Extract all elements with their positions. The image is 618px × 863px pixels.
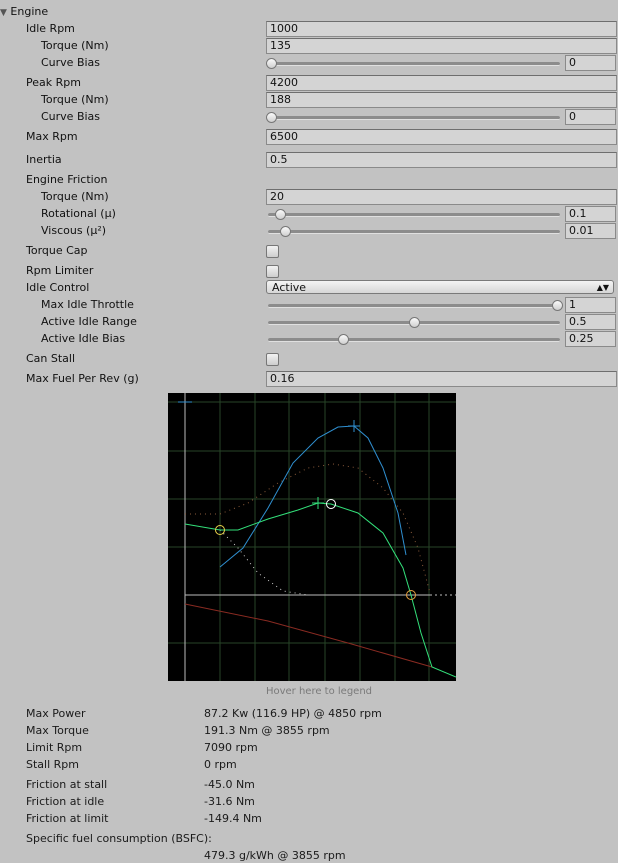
max-idle-throttle-value-input[interactable]: 1 [565, 297, 616, 313]
rotational-value-input[interactable]: 0.1 [565, 206, 616, 222]
max-idle-throttle-slider[interactable] [268, 304, 560, 308]
torque-curve [184, 502, 457, 678]
stat-label: Friction at stall [26, 778, 108, 791]
idle-control-label: Idle Control [26, 281, 90, 294]
friction-torque-input[interactable]: 20 [266, 189, 617, 205]
stat-value: 479.3 g/kWh @ 3855 rpm [204, 849, 346, 862]
stat-value: 0 rpm [204, 758, 237, 771]
fuel-curve [185, 463, 431, 594]
rotational-slider-thumb[interactable] [274, 209, 286, 220]
friction-torque-label: Torque (Nm) [41, 190, 109, 203]
idle-rpm-input[interactable]: 1000 [266, 21, 617, 37]
peak-rpm-input[interactable]: 4200 [266, 75, 617, 91]
stat-label: Friction at idle [26, 795, 105, 808]
viscous-label: Viscous (μ²) [41, 224, 107, 237]
engine-foldout[interactable]: ▼ Engine [0, 4, 48, 21]
active-idle-bias-value-input[interactable]: 0.25 [565, 331, 616, 347]
inertia-label: Inertia [26, 153, 62, 166]
stat-value: 7090 rpm [204, 741, 258, 754]
stat-value: -31.6 Nm [204, 795, 255, 808]
engine-curve-plot [168, 393, 457, 681]
viscous-value-input[interactable]: 0.01 [565, 223, 616, 239]
rpm-limiter-checkbox[interactable] [266, 265, 279, 278]
idle-torque-input[interactable]: 135 [266, 38, 617, 54]
stat-label: Limit Rpm [26, 741, 83, 754]
peak-curve-bias-slider[interactable] [268, 116, 560, 120]
rpm-limiter-label: Rpm Limiter [26, 264, 94, 277]
stat-label: Friction at limit [26, 812, 109, 825]
foldout-arrow-icon: ▼ [0, 8, 7, 18]
peak-curve-bias-slider-thumb[interactable] [266, 112, 277, 123]
peak-torque-label: Torque (Nm) [41, 93, 109, 106]
stat-value: -45.0 Nm [204, 778, 255, 791]
active-idle-range-value-input[interactable]: 0.5 [565, 314, 616, 330]
active-idle-range-label: Active Idle Range [41, 315, 137, 328]
max-idle-throttle-label: Max Idle Throttle [41, 298, 134, 311]
power-curve [219, 425, 407, 568]
max-rpm-input[interactable]: 6500 [266, 129, 617, 145]
engine-graph[interactable] [168, 393, 457, 681]
active-idle-bias-label: Active Idle Bias [41, 332, 126, 345]
idle-curve-bias-value-input[interactable]: 0 [565, 55, 616, 71]
active-idle-bias-slider-thumb[interactable] [337, 334, 349, 345]
rotational-label: Rotational (μ) [41, 207, 116, 220]
idle-torque-curve [219, 529, 309, 596]
torque-cap-checkbox[interactable] [266, 245, 279, 258]
viscous-slider-thumb[interactable] [280, 226, 292, 237]
max-rpm-label: Max Rpm [26, 130, 78, 143]
peak-curve-bias-label: Curve Bias [41, 110, 101, 123]
idle-rpm-label: Idle Rpm [26, 22, 75, 35]
peak-rpm-label: Peak Rpm [26, 76, 81, 89]
idle-torque-label: Torque (Nm) [41, 39, 109, 52]
idle-curve-bias-label: Curve Bias [41, 56, 101, 69]
idle-curve-bias-slider[interactable] [268, 62, 560, 66]
active-idle-bias-slider[interactable] [268, 338, 560, 342]
torque-cap-label: Torque Cap [26, 244, 88, 257]
active-idle-range-slider-thumb[interactable] [409, 317, 420, 328]
idle-curve-bias-slider-thumb[interactable] [266, 58, 277, 69]
idle-control-dropdown[interactable]: Active ▲▼ [266, 280, 614, 294]
can-stall-label: Can Stall [26, 352, 76, 365]
max-fuel-per-rev-label: Max Fuel Per Rev (g) [26, 372, 139, 385]
stat-value: 191.3 Nm @ 3855 rpm [204, 724, 330, 737]
engine-friction-label: Engine Friction [26, 173, 108, 186]
stat-label: Max Torque [26, 724, 89, 737]
stat-value: -149.4 Nm [204, 812, 262, 825]
stat-label: Specific fuel consumption (BSFC): [26, 832, 212, 845]
max-fuel-per-rev-input[interactable]: 0.16 [266, 371, 617, 387]
stat-label: Stall Rpm [26, 758, 79, 771]
inertia-input[interactable]: 0.5 [266, 152, 617, 168]
max-idle-throttle-slider-thumb[interactable] [552, 300, 563, 311]
dropdown-arrows-icon: ▲▼ [596, 283, 609, 292]
graph-legend-hint[interactable]: Hover here to legend [168, 686, 470, 697]
stat-value: 87.2 Kw (116.9 HP) @ 4850 rpm [204, 707, 382, 720]
can-stall-checkbox[interactable] [266, 353, 279, 366]
peak-curve-bias-value-input[interactable]: 0 [565, 109, 616, 125]
stat-label: Max Power [26, 707, 86, 720]
rotational-slider[interactable] [268, 213, 560, 217]
viscous-slider[interactable] [268, 230, 560, 234]
peak-torque-input[interactable]: 188 [266, 92, 617, 108]
